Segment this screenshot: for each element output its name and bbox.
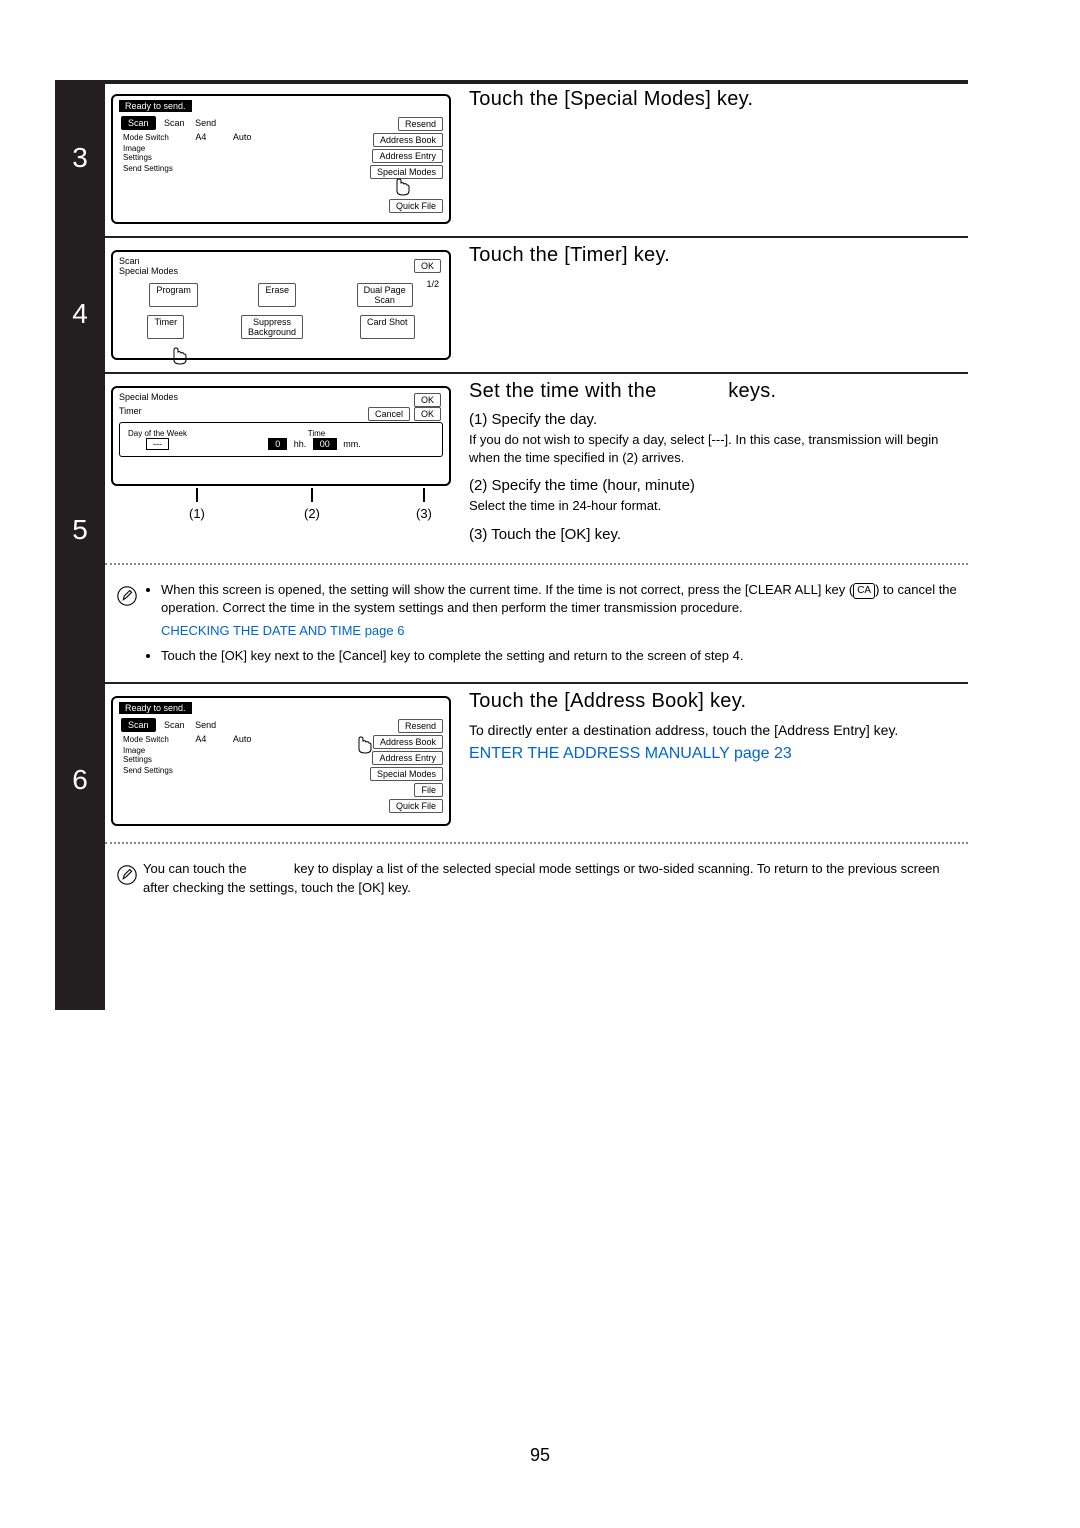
step6-title: Touch the [Address Book] key. [469,690,968,713]
scan-button[interactable]: Scan [121,116,156,130]
auto-label: Auto [233,132,252,142]
ui-screenshot-step3: Ready to send. Scan Scan Send Mode Switc… [111,94,451,224]
send-tab: Send [195,118,216,128]
resend-button[interactable]: Resend [398,117,443,131]
special-modes-button[interactable]: Special Modes [370,767,443,781]
ui-screenshot-step6: Ready to send. Scan Scan Send M [111,696,451,826]
ok-button-inner[interactable]: OK [414,407,441,421]
step5-title-b: keys. [728,380,776,402]
ui-screenshot-step5: Special Modes OK Timer OK Cancel Day of … [111,386,451,486]
step6-desc: To directly enter a destination address,… [469,721,968,741]
suppress-bg-button[interactable]: Suppress Background [241,315,303,339]
hour-value-field[interactable]: 0 [268,438,287,450]
cue-1: (1) [189,506,205,521]
sub2-head: (2) Specify the time (hour, minute) [469,477,968,494]
scan-tab: Scan [164,118,185,128]
cancel-button[interactable]: Cancel [368,407,410,421]
time-label: Time [199,429,434,438]
dashed-separator [105,842,968,844]
breadcrumb-label: Special Modes [119,392,178,402]
resend-button[interactable]: Resend [398,719,443,733]
note6-a: You can touch the [143,861,247,876]
step-number-6: 6 [55,684,105,914]
mode-switch-label: Mode Switch [123,735,169,744]
auto-label: Auto [233,734,252,744]
step5-title: Set the time with the keys. [469,380,968,403]
breadcrumb-label: Scan Special Modes [119,256,443,276]
step-number-3: 3 [55,82,105,238]
cue-2: (2) [304,506,320,521]
note1-a: When this screen is opened, the setting … [161,582,853,597]
note6-b: key to display a list of the selected sp… [143,861,940,895]
minute-value-field[interactable]: 00 [313,438,337,450]
hand-pointer-icon [168,346,190,366]
dual-page-scan-button[interactable]: Dual Page Scan [357,283,413,307]
erase-button[interactable]: Erase [258,283,296,307]
step3-title: Touch the [Special Modes] key. [469,88,968,111]
sub1-desc: If you do not wish to specify a day, sel… [469,431,968,467]
timer-label: Timer [119,406,142,416]
send-settings-label: Send Settings [123,164,173,173]
send-settings-label: Send Settings [123,766,173,775]
note-step6: You can touch the key to display a list … [111,854,968,908]
image-settings-label: Image Settings [123,144,152,162]
pencil-note-icon [116,864,138,886]
mm-label: mm. [343,439,361,449]
scan-tab: Scan [164,720,185,730]
ca-key: CA [853,583,875,600]
sub3-head: (3) Touch the [OK] key. [469,526,968,543]
step-4: 4 Scan Special Modes OK 1/2 Program Eras… [55,238,968,374]
ok-button-outer[interactable]: OK [414,393,441,407]
ui-screenshot-step4: Scan Special Modes OK 1/2 Program Erase … [111,250,451,360]
sub2-desc: Select the time in 24-hour format. [469,497,968,515]
step5-title-a: Set the time with the [469,380,657,402]
timer-button[interactable]: Timer [147,315,184,339]
file-button[interactable]: File [414,783,443,797]
step4-title: Touch the [Timer] key. [469,244,968,267]
ok-button[interactable]: OK [414,259,441,273]
step-number-5: 5 [55,374,105,684]
address-book-button[interactable]: Address Book [373,735,443,749]
scan-button[interactable]: Scan [121,718,156,732]
program-button[interactable]: Program [149,283,198,307]
hand-pointer-icon [391,177,413,197]
a4-label: A4 [195,734,206,744]
image-settings-label: Image Settings [123,746,152,764]
day-of-week-label: Day of the Week [128,429,187,438]
note-step5: When this screen is opened, the setting … [111,575,968,676]
dashed-separator [105,563,968,565]
mode-switch-label: Mode Switch [123,133,169,142]
hh-label: hh. [294,439,307,449]
status-label: Ready to send. [119,100,192,112]
note2: Touch the [OK] key next to the [Cancel] … [161,648,743,663]
status-label: Ready to send. [119,702,192,714]
page-counter: 1/2 [426,279,439,289]
cue-3: (3) [416,506,432,521]
step-5: 5 Special Modes OK Timer OK Cancel [55,374,968,684]
step-number-4: 4 [55,238,105,374]
step-6: 6 Ready to send. Scan Scan Send [55,684,968,914]
checking-date-time-link[interactable]: CHECKING THE DATE AND TIME page 6 [161,623,404,638]
quick-file-button[interactable]: Quick File [389,199,443,213]
enter-address-manually-link[interactable]: ENTER THE ADDRESS MANUALLY page 23 [469,745,792,762]
a4-label: A4 [195,132,206,142]
address-entry-button[interactable]: Address Entry [372,149,443,163]
day-value-field[interactable]: --- [146,438,169,450]
sub1-head: (1) Specify the day. [469,411,968,428]
card-shot-button[interactable]: Card Shot [360,315,415,339]
page-number: 95 [0,1445,1080,1466]
address-entry-button[interactable]: Address Entry [372,751,443,765]
send-tab: Send [195,720,216,730]
pencil-note-icon [116,585,138,607]
step-3: 3 Ready to send. Scan Scan Send [55,82,968,238]
address-book-button[interactable]: Address Book [373,133,443,147]
hand-pointer-icon [353,735,375,755]
quick-file-button[interactable]: Quick File [389,799,443,813]
